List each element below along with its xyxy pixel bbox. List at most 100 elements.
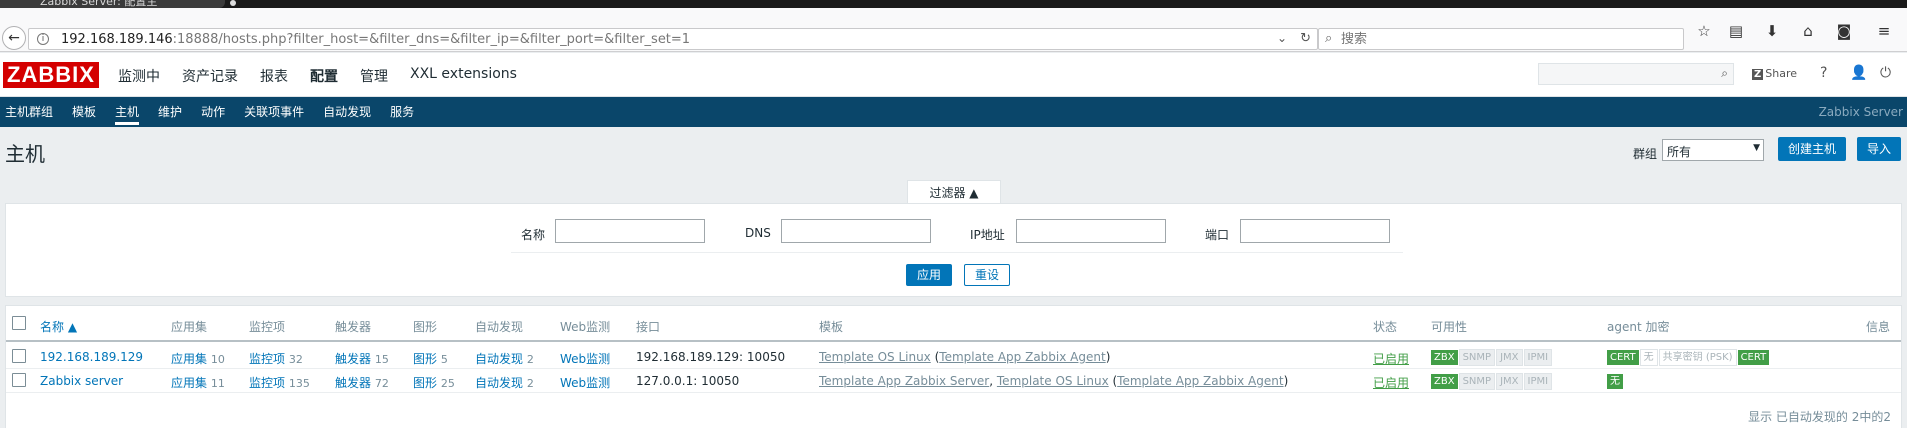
- submenu-discovery[interactable]: 自动发现: [323, 97, 371, 127]
- col-interface: 接口: [636, 320, 661, 334]
- url-bar[interactable]: i 192.168.189.146:18888/hosts.php?filter…: [28, 28, 1318, 50]
- new-tab-icon[interactable]: [230, 0, 236, 6]
- web-link[interactable]: Web监测: [560, 374, 610, 391]
- filter-dns-label: DNS: [745, 226, 771, 240]
- menu-administration[interactable]: 管理: [360, 66, 388, 86]
- template-link[interactable]: Template OS Linux: [819, 350, 931, 364]
- items-link[interactable]: 监控项: [249, 352, 285, 366]
- reload-icon[interactable]: ↻: [1300, 31, 1311, 46]
- menu-inventory[interactable]: 资产记录: [182, 66, 238, 86]
- availability-badge: ZBX: [1431, 374, 1458, 389]
- template-link[interactable]: Template App Zabbix Server: [819, 374, 989, 388]
- chevron-down-icon[interactable]: ⌄: [1277, 31, 1287, 45]
- graphs-link[interactable]: 图形: [413, 376, 437, 390]
- browser-navbar: ← i 192.168.189.146:18888/hosts.php?filt…: [0, 8, 1907, 52]
- create-host-button[interactable]: 创建主机: [1778, 137, 1847, 161]
- submenu-templates[interactable]: 模板: [72, 97, 96, 127]
- triggers-link[interactable]: 触发器: [335, 376, 371, 390]
- logout-icon[interactable]: ⏻: [1880, 65, 1891, 81]
- encryption-cell: CERT 无共享密钥 (PSK) CERT: [1607, 349, 1770, 366]
- home-icon[interactable]: ⌂: [1799, 22, 1817, 40]
- status-toggle[interactable]: 已启用: [1373, 350, 1409, 367]
- group-select[interactable]: 所有 ▼: [1662, 139, 1764, 161]
- hamburger-menu-icon[interactable]: ≡: [1875, 22, 1893, 40]
- menu-configuration[interactable]: 配置: [310, 66, 338, 86]
- filter-port-input[interactable]: [1240, 219, 1390, 243]
- encryption-cell: 无: [1607, 373, 1624, 389]
- template-link[interactable]: Template OS Linux: [997, 374, 1109, 388]
- table-footer: 显示 已自动发现的 2中的2: [1748, 410, 1891, 424]
- template-link[interactable]: Template App Zabbix Agent: [1117, 374, 1283, 388]
- group-select-value: 所有: [1667, 145, 1692, 159]
- submenu-hosts[interactable]: 主机: [115, 97, 140, 127]
- menu-xxl-extensions[interactable]: XXL extensions: [410, 66, 517, 86]
- filter-ip-input[interactable]: [1016, 219, 1166, 243]
- filter-panel: 名称 DNS IP地址 端口 应用 重设: [5, 203, 1902, 297]
- host-name-link[interactable]: 192.168.189.129: [40, 350, 143, 364]
- back-button[interactable]: ←: [2, 26, 26, 50]
- applications-link[interactable]: 应用集: [171, 352, 207, 366]
- pocket-icon[interactable]: ◙: [1835, 22, 1853, 40]
- submenu-host-groups[interactable]: 主机群组: [5, 97, 53, 127]
- filter-port-label: 端口: [1205, 228, 1230, 242]
- search-icon[interactable]: ⌕: [1721, 66, 1728, 81]
- items-link[interactable]: 监控项: [249, 376, 285, 390]
- col-name[interactable]: 名称 ▲: [40, 318, 77, 335]
- share-button[interactable]: Z Share: [1752, 67, 1797, 80]
- download-icon[interactable]: ⬇: [1763, 22, 1781, 40]
- col-availability: 可用性: [1431, 320, 1468, 334]
- items-count: 135: [288, 377, 310, 390]
- select-all-checkbox[interactable]: [12, 316, 26, 330]
- server-name: Zabbix Server: [1818, 105, 1903, 119]
- filter-apply-button[interactable]: 应用: [906, 264, 953, 286]
- import-button[interactable]: 导入: [1857, 137, 1902, 161]
- page-title: 主机: [5, 142, 45, 166]
- zabbix-search-input[interactable]: ⌕: [1538, 63, 1734, 85]
- host-name-link[interactable]: Zabbix server: [40, 374, 123, 388]
- items-cell: 监控项 32: [249, 350, 303, 367]
- triggers-link[interactable]: 触发器: [335, 352, 371, 366]
- graphs-cell: 图形 5: [413, 350, 448, 367]
- zabbix-logo[interactable]: ZABBIX: [3, 62, 99, 88]
- applications-count: 10: [210, 353, 225, 366]
- template-link[interactable]: Template App Zabbix Agent: [939, 350, 1105, 364]
- status-toggle[interactable]: 已启用: [1373, 374, 1409, 391]
- library-icon[interactable]: ▤: [1727, 22, 1745, 40]
- help-icon[interactable]: ?: [1820, 65, 1827, 81]
- row-checkbox[interactable]: [12, 373, 26, 387]
- graphs-link[interactable]: 图形: [413, 352, 437, 366]
- submenu-actions[interactable]: 动作: [201, 97, 225, 127]
- col-items: 监控项: [249, 320, 286, 334]
- web-link[interactable]: Web监测: [560, 350, 610, 367]
- star-icon[interactable]: ☆: [1695, 22, 1713, 40]
- browser-search[interactable]: ⌕: [1318, 28, 1684, 50]
- user-icon[interactable]: 👤: [1850, 65, 1867, 81]
- row-checkbox[interactable]: [12, 349, 26, 363]
- filter-tab[interactable]: 过滤器 ▲: [907, 180, 1001, 204]
- items-count: 32: [288, 353, 303, 366]
- row-divider: [6, 392, 1901, 393]
- browser-tab[interactable]: Zabbix Server: 配置主: [0, 0, 225, 8]
- discovery-link[interactable]: 自动发现: [475, 376, 523, 390]
- submenu-correlation[interactable]: 关联项事件: [244, 97, 304, 127]
- graphs-count: 5: [440, 353, 448, 366]
- submenu-services[interactable]: 服务: [390, 97, 414, 127]
- discovery-link[interactable]: 自动发现: [475, 352, 523, 366]
- col-triggers: 触发器: [335, 320, 372, 334]
- filter-reset-button[interactable]: 重设: [964, 264, 1011, 286]
- applications-cell: 应用集 11: [171, 374, 225, 391]
- availability-badge: SNMP: [1458, 349, 1496, 366]
- browser-search-input[interactable]: [1341, 31, 1671, 47]
- info-icon[interactable]: i: [37, 33, 49, 45]
- filter-dns-input[interactable]: [781, 219, 931, 243]
- col-graphs: 图形: [413, 320, 438, 334]
- menu-reports[interactable]: 报表: [260, 66, 288, 86]
- submenu-maintenance[interactable]: 维护: [158, 97, 182, 127]
- template-separator: ,: [989, 374, 997, 388]
- browser-tab-title: Zabbix Server: 配置主: [40, 0, 158, 8]
- applications-link[interactable]: 应用集: [171, 376, 207, 390]
- filter-name-input[interactable]: [555, 219, 705, 243]
- url-text[interactable]: 192.168.189.146:18888/hosts.php?filter_h…: [61, 32, 690, 47]
- availability-badge: ZBX: [1431, 350, 1458, 365]
- menu-monitoring[interactable]: 监测中: [118, 66, 160, 86]
